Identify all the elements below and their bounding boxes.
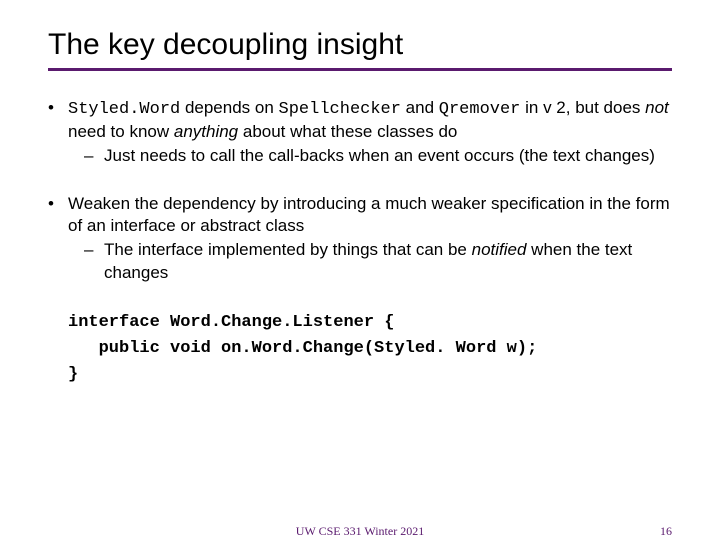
t: about what these classes do — [238, 122, 457, 141]
bullet-2: Weaken the dependency by introducing a m… — [48, 193, 672, 283]
em-notified: notified — [472, 240, 527, 259]
code-line-2: public void on.Word.Change(Styled. Word … — [68, 339, 537, 358]
bullet-1-text: Styled.Word depends on Spellchecker and … — [68, 97, 672, 143]
slide-title: The key decoupling insight — [48, 28, 672, 62]
t: and — [401, 98, 439, 117]
page-number: 16 — [660, 524, 672, 539]
code-line-1: interface Word.Change.Listener { — [68, 313, 394, 332]
code-spellchecker: Spellchecker — [279, 100, 401, 119]
bullet-2-sub: The interface implemented by things that… — [68, 239, 672, 283]
footer-course: UW CSE 331 Winter 2021 — [296, 524, 424, 539]
slide: The key decoupling insight Styled.Word d… — [0, 0, 720, 540]
code-line-3: } — [68, 365, 78, 384]
bullet-list: Styled.Word depends on Spellchecker and … — [48, 97, 672, 389]
bullet-1-sub: Just needs to call the call-backs when a… — [68, 145, 672, 167]
em-not: not — [645, 98, 669, 117]
code-block: interface Word.Change.Listener { public … — [48, 310, 672, 389]
title-rule — [48, 68, 672, 71]
code-qremover: Qremover — [439, 100, 521, 119]
code-styledword: Styled.Word — [68, 100, 180, 119]
bullet-1: Styled.Word depends on Spellchecker and … — [48, 97, 672, 167]
t: need to know — [68, 122, 174, 141]
bullet-2-text: Weaken the dependency by introducing a m… — [68, 193, 672, 237]
em-anything: anything — [174, 122, 238, 141]
t: in v 2, but does — [520, 98, 645, 117]
t: depends on — [180, 98, 278, 117]
t: The interface implemented by things that… — [104, 240, 472, 259]
